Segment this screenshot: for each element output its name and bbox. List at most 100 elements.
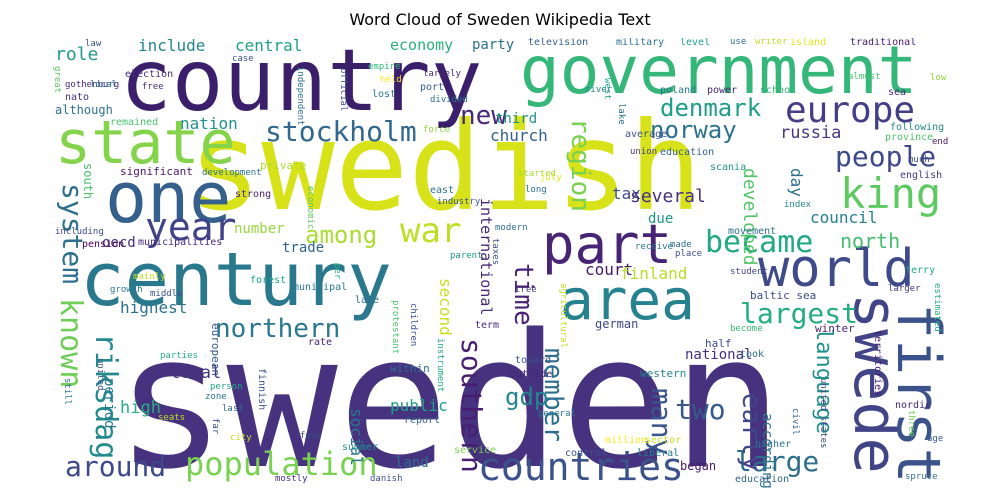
word-tree: place (675, 249, 703, 259)
word-lake: force (423, 125, 451, 135)
word-forest: municipal (293, 282, 348, 293)
word-control: control (565, 448, 608, 459)
word-province: province (885, 132, 934, 143)
word-education: education (735, 474, 790, 485)
word-battle: almost (848, 72, 881, 82)
word-end: end (932, 137, 949, 147)
word-united: middle (150, 289, 183, 299)
word-children: instrument (435, 338, 445, 393)
word-include: include (138, 38, 206, 55)
word-empire: independent (295, 66, 305, 126)
word-economic: development (202, 168, 262, 178)
word-service: service (454, 445, 497, 456)
word-taxes: parent (450, 251, 483, 261)
word-known: known (53, 298, 88, 389)
word-strong: strong (235, 189, 272, 200)
word-late: protestant (390, 300, 400, 355)
word-three: three (906, 410, 916, 438)
word-military: military (616, 38, 665, 48)
word-high: high (120, 398, 161, 418)
word-gothenburg: great (52, 66, 62, 94)
word-developed: developed (739, 168, 760, 266)
word-public: public (390, 396, 448, 415)
word-much: much (908, 155, 930, 165)
word-power: power (707, 85, 738, 96)
word-united-states: united states (818, 378, 828, 449)
word-port: lost (372, 89, 397, 100)
word-lost: held (380, 75, 402, 85)
word-index: index (784, 200, 812, 210)
word-protestant: children (408, 303, 418, 347)
word-third: third (495, 111, 538, 127)
word-higher: higher (755, 439, 792, 450)
word-finland: finland (620, 264, 688, 283)
word-significant: significant (120, 165, 193, 178)
word-outside: outside (510, 369, 553, 380)
word-traditional: traditional (850, 38, 917, 48)
word-two: two (675, 393, 726, 426)
word-nato: although (55, 103, 113, 117)
word-party: party (472, 38, 515, 53)
word-age: age (927, 434, 944, 444)
word-term: tree (515, 285, 537, 295)
word-territories: territories (872, 330, 883, 397)
word-south: south (81, 163, 95, 200)
word-instrument: agricultural (558, 283, 568, 349)
word-english: english (900, 170, 943, 181)
word-russia: russia (780, 123, 842, 143)
word-four: city (230, 433, 252, 443)
word-largely: port (420, 82, 445, 93)
word-july: long (525, 185, 547, 195)
word-municipalities: municipalities (138, 237, 223, 248)
word-winter: winter (815, 322, 855, 335)
word-city: far (210, 418, 220, 435)
word-central: central (235, 38, 303, 55)
word-number: number (234, 221, 285, 237)
word-west: lake (616, 103, 626, 125)
word-stockholm: stockholm (265, 115, 417, 148)
word-case: free (142, 82, 164, 92)
word-become: become (730, 324, 763, 334)
word-election: local (90, 80, 118, 90)
word-scania: education (660, 147, 715, 158)
word-several: several (630, 186, 706, 207)
word-movement: movement (728, 226, 777, 237)
word-writer: writer (755, 38, 788, 47)
word-level: level (680, 38, 711, 48)
word-war: war (400, 211, 462, 251)
word-municipal: late (355, 295, 380, 306)
word-mainly: per (332, 263, 342, 280)
word-great: nato (65, 92, 90, 103)
word-remained: danish (370, 474, 403, 484)
word-official: law (85, 39, 102, 49)
word-danish: mostly (275, 474, 308, 484)
word-german: german (595, 317, 639, 331)
word-north: north (840, 229, 901, 253)
word-independent: official (338, 68, 348, 112)
word-television: television (528, 38, 589, 48)
word-almost: economic (305, 186, 315, 230)
word-half: half (705, 337, 732, 350)
word-civil: civil (790, 408, 800, 436)
word-union: scania (710, 162, 747, 173)
word-western: western (640, 367, 687, 380)
word-private: private (260, 159, 307, 172)
word-finnish: finnish (256, 368, 267, 411)
word-seats: four (300, 431, 322, 441)
word-nation: nation (180, 114, 238, 133)
word-liberal: liberal (637, 448, 680, 459)
word-growth: mainly (133, 272, 166, 282)
word-rate: rate (308, 337, 333, 348)
word-baltic-sea: baltic sea (750, 289, 817, 302)
word-last: zone (205, 392, 227, 402)
word-mostly: including (55, 227, 104, 237)
word-church: church (490, 126, 548, 145)
word-modern: industry (437, 197, 481, 207)
word-highest: highest (120, 298, 188, 317)
word-island: island (790, 38, 827, 48)
word-middle: growth (110, 285, 143, 295)
word-took: took (740, 349, 765, 360)
word-sea: sea (888, 87, 907, 98)
word-poland: poland (660, 85, 697, 96)
word-held: empire (368, 62, 401, 72)
